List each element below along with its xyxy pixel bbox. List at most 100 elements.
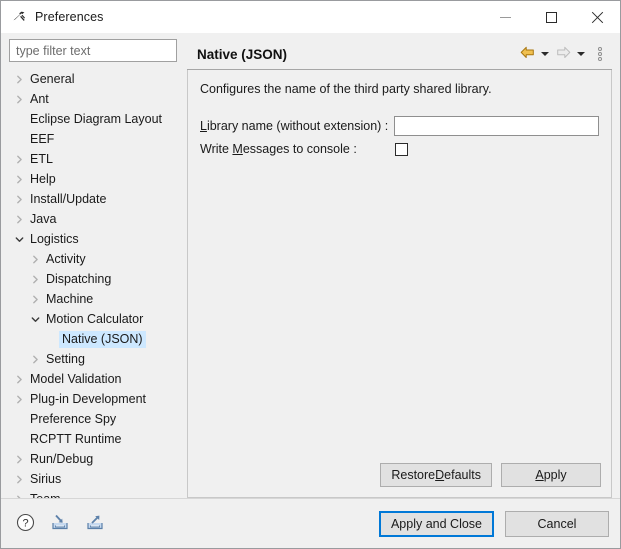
page-action-buttons: Restore Defaults Apply: [200, 463, 601, 489]
tree-spacer: [11, 129, 27, 149]
apply-and-close-button[interactable]: Apply and Close: [379, 511, 494, 537]
button-label-suffix: pply: [544, 468, 567, 482]
chevron-right-icon[interactable]: [11, 369, 27, 389]
write-messages-checkbox[interactable]: [395, 143, 408, 156]
view-menu-icon: [598, 47, 602, 51]
tree-item-model-validation[interactable]: Model Validation: [1, 369, 185, 389]
window-controls: [482, 1, 620, 33]
filter-input[interactable]: [9, 39, 177, 62]
minimize-button[interactable]: [482, 1, 528, 33]
tree-item-setting[interactable]: Setting: [1, 349, 185, 369]
minimize-icon: [500, 17, 511, 18]
chevron-right-icon[interactable]: [11, 389, 27, 409]
content-spacer: [200, 162, 601, 463]
page-title: Native (JSON): [197, 47, 516, 62]
preference-tree[interactable]: General Ant Eclipse Diagram Layout EEFETLHe…: [1, 69, 185, 498]
chevron-right-icon[interactable]: [11, 89, 27, 109]
label-suffix: ibrary name (without extension) :: [207, 119, 388, 133]
export-button[interactable]: [84, 513, 106, 535]
tree-item-preference-spy[interactable]: Preference Spy: [1, 409, 185, 429]
forward-dropdown-button[interactable]: [574, 44, 588, 64]
chevron-right-icon[interactable]: [27, 269, 43, 289]
tree-item-help[interactable]: Help: [1, 169, 185, 189]
chevron-right-icon[interactable]: [11, 489, 27, 498]
tree-item-java[interactable]: Java: [1, 209, 185, 229]
tree-item-label: Java: [27, 211, 59, 228]
button-mnemonic: D: [435, 468, 444, 482]
view-menu-button[interactable]: [592, 44, 608, 64]
chevron-right-icon[interactable]: [11, 469, 27, 489]
chevron-right-icon[interactable]: [11, 169, 27, 189]
footer-icon-group: ?: [14, 513, 106, 535]
chevron-down-icon[interactable]: [27, 309, 43, 329]
maximize-icon: [546, 12, 557, 23]
preferences-icon: [11, 9, 27, 25]
tree-item-label: Install/Update: [27, 191, 109, 208]
chevron-right-icon[interactable]: [27, 249, 43, 269]
tree-item-label: Eclipse Diagram Layout: [27, 111, 165, 128]
tree-item-label: Sirius: [27, 471, 64, 488]
forward-arrow-icon: [556, 46, 571, 62]
chevron-right-icon[interactable]: [27, 289, 43, 309]
tree-item-native-json[interactable]: Native (JSON): [1, 329, 185, 349]
tree-item-eef[interactable]: EEF: [1, 129, 185, 149]
chevron-right-icon[interactable]: [11, 189, 27, 209]
help-button[interactable]: ?: [14, 513, 36, 535]
tree-item-activity[interactable]: Activity: [1, 249, 185, 269]
tree-item-label: Run/Debug: [27, 451, 96, 468]
chevron-down-icon[interactable]: [11, 229, 27, 249]
chevron-right-icon[interactable]: [11, 149, 27, 169]
maximize-button[interactable]: [528, 1, 574, 33]
label-suffix: essages to console :: [243, 142, 357, 156]
dialog-body: General Ant Eclipse Diagram Layout EEFETLHe…: [1, 33, 620, 498]
chevron-right-icon[interactable]: [11, 209, 27, 229]
tree-item-label: Setting: [43, 351, 88, 368]
forward-button[interactable]: [552, 44, 574, 64]
preferences-sidebar: General Ant Eclipse Diagram Layout EEFETLHe…: [1, 33, 185, 498]
tree-spacer: [11, 429, 27, 449]
tree-item-motion-calculator[interactable]: Motion Calculator: [1, 309, 185, 329]
label-prefix: Write: [200, 142, 232, 156]
write-messages-label: Write Messages to console :: [200, 142, 394, 156]
chevron-right-icon[interactable]: [11, 69, 27, 89]
tree-item-ant[interactable]: Ant: [1, 89, 185, 109]
cancel-button[interactable]: Cancel: [505, 511, 609, 537]
tree-spacer: [11, 109, 27, 129]
button-mnemonic: A: [535, 468, 543, 482]
tree-item-label: Ant: [27, 91, 52, 108]
page-content: Configures the name of the third party s…: [187, 70, 612, 498]
tree-item-team[interactable]: Team: [1, 489, 185, 498]
tree-item-general[interactable]: General: [1, 69, 185, 89]
tree-item-label: Dispatching: [43, 271, 114, 288]
tree-item-sirius[interactable]: Sirius: [1, 469, 185, 489]
label-mnemonic: M: [232, 142, 242, 156]
tree-item-label: General: [27, 71, 77, 88]
tree-item-install-update[interactable]: Install/Update: [1, 189, 185, 209]
title-bar: Preferences: [1, 1, 620, 33]
tree-item-run-debug[interactable]: Run/Debug: [1, 449, 185, 469]
tree-item-eclipse-diagram-layout[interactable]: Eclipse Diagram Layout: [1, 109, 185, 129]
tree-item-logistics[interactable]: Logistics: [1, 229, 185, 249]
chevron-right-icon[interactable]: [11, 449, 27, 469]
tree-item-plug-in-development[interactable]: Plug-in Development: [1, 389, 185, 409]
library-name-input[interactable]: [394, 116, 599, 136]
close-button[interactable]: [574, 1, 620, 33]
restore-defaults-button[interactable]: Restore Defaults: [380, 463, 492, 487]
back-button[interactable]: [516, 44, 538, 64]
button-label-prefix: Restore: [391, 468, 435, 482]
chevron-right-icon[interactable]: [27, 349, 43, 369]
filter-container: [1, 39, 185, 62]
tree-item-machine[interactable]: Machine: [1, 289, 185, 309]
tree-item-rcptt-runtime[interactable]: RCPTT Runtime: [1, 429, 185, 449]
import-button[interactable]: [49, 513, 71, 535]
preferences-dialog: Preferences General Ant Eclipse Diagram La…: [0, 0, 621, 549]
tree-item-etl[interactable]: ETL: [1, 149, 185, 169]
tree-item-label: EEF: [27, 131, 57, 148]
close-icon: [591, 11, 604, 24]
tree-item-dispatching[interactable]: Dispatching: [1, 269, 185, 289]
tree-item-label: Activity: [43, 251, 89, 268]
forward-dropdown-icon: [577, 52, 585, 56]
apply-button[interactable]: Apply: [501, 463, 601, 487]
back-dropdown-button[interactable]: [538, 44, 552, 64]
tree-item-label: Team: [27, 491, 64, 499]
